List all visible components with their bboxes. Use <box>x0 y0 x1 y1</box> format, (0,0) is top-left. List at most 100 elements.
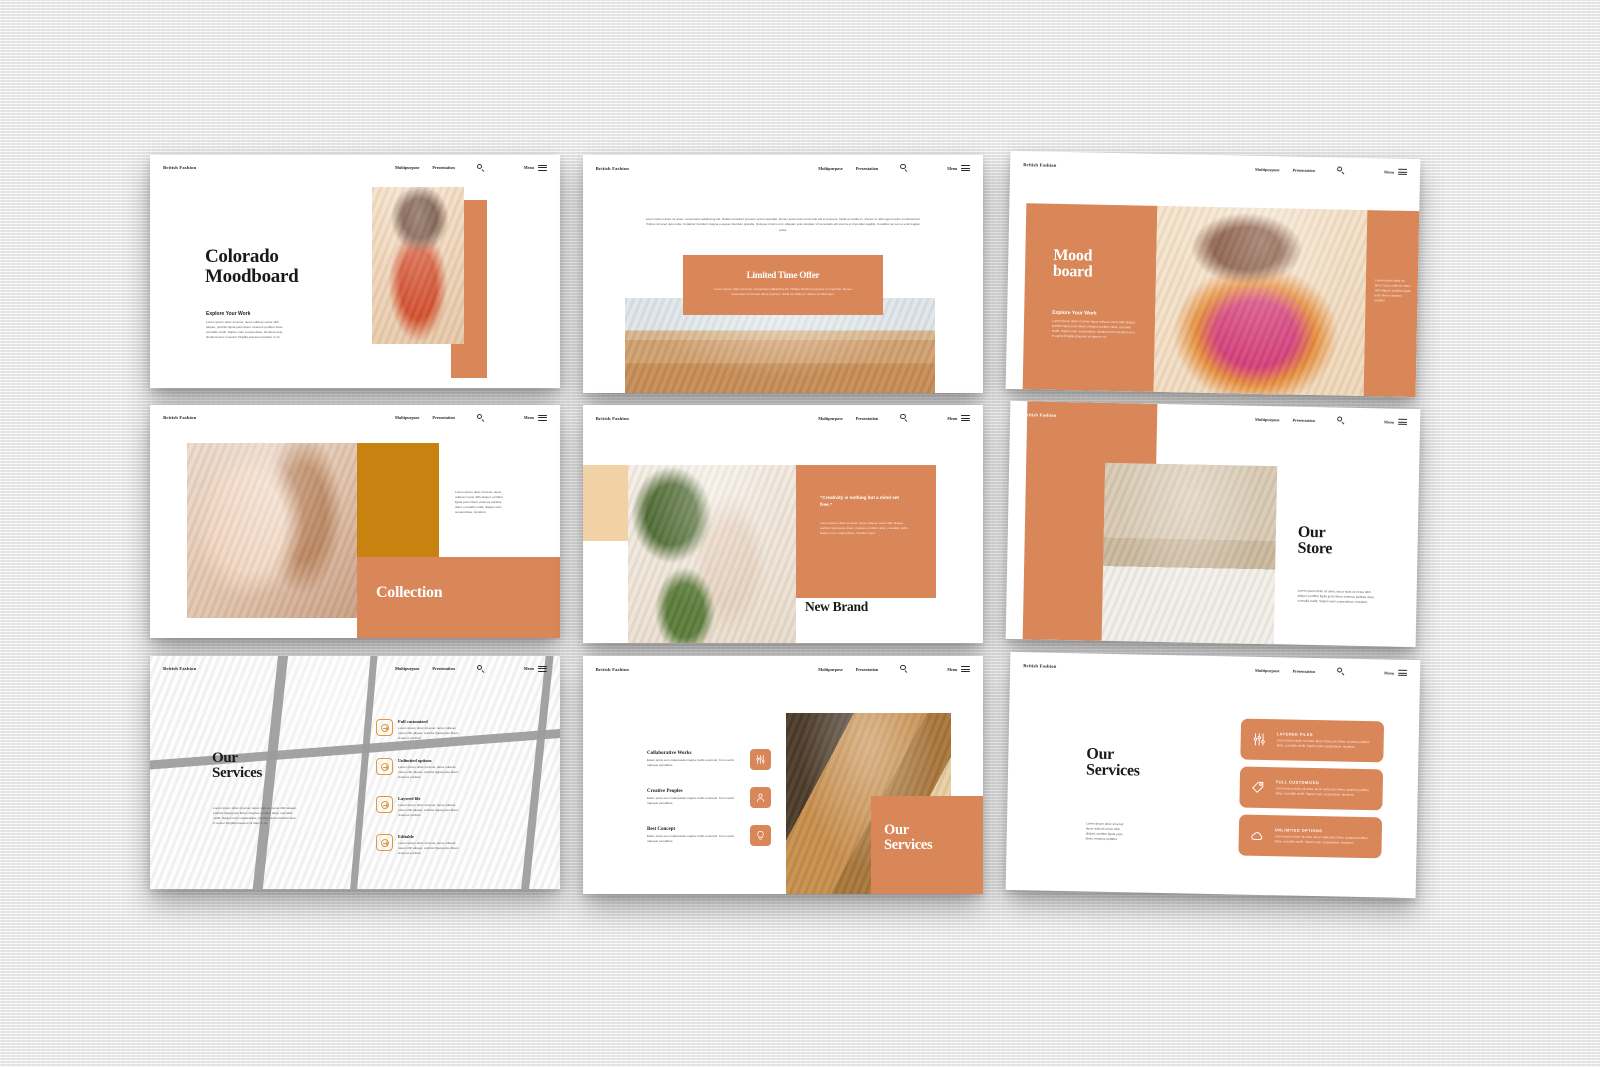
service-item-0[interactable]: Full customized Lorem ipsum dolor sit am… <box>376 719 463 741</box>
search-icon[interactable] <box>1336 667 1345 676</box>
menu-button[interactable]: Menu <box>1384 669 1408 676</box>
nav-multipurpose[interactable]: Multipurpose <box>1255 667 1280 672</box>
menu-button[interactable]: Menu <box>523 665 547 672</box>
search-icon[interactable] <box>900 665 908 673</box>
menu-button[interactable]: Menu <box>947 415 971 422</box>
slide-header: British Fashion Multipurpose Presentatio… <box>1010 652 1420 686</box>
hamburger-icon[interactable] <box>537 665 547 672</box>
nav-presentation[interactable]: Presentation <box>1292 167 1315 172</box>
service-card-0[interactable]: LAYERED FILES Lorem ipsum dolor sit amet… <box>1240 718 1385 763</box>
search-icon[interactable] <box>900 164 908 172</box>
nav-presentation[interactable]: Presentation <box>432 415 455 420</box>
service-text: Creative Peoples Etiam porta sem malesua… <box>647 789 743 806</box>
service-text: Collaborative Works Etiam porta sem male… <box>647 751 743 768</box>
menu-label: Menu <box>523 666 534 672</box>
header-nav: Multipurpose Presentation Menu <box>818 414 971 422</box>
service-body: Lorem ipsum dolor sit amet, lacus nulla … <box>398 764 459 779</box>
title-line-2: Services <box>884 836 933 853</box>
nav-presentation[interactable]: Presentation <box>432 666 455 671</box>
slide-collection[interactable]: British Fashion Multipurpose Presentatio… <box>150 405 560 638</box>
service-card-body: Lorem ipsum dolor sit amet, lacus nulla … <box>1276 738 1370 749</box>
hamburger-icon[interactable] <box>1397 669 1408 676</box>
hamburger-icon[interactable] <box>537 164 547 171</box>
search-icon[interactable] <box>476 664 485 673</box>
portrait-photo <box>187 443 357 618</box>
nav-presentation[interactable]: Presentation <box>856 667 879 672</box>
slide-our-services-cards[interactable]: British Fashion Multipurpose Presentatio… <box>1005 651 1421 899</box>
menu-button[interactable]: Menu <box>947 165 971 172</box>
page-title: Our Services <box>212 750 262 782</box>
service-title: Best Concept <box>647 827 676 833</box>
hamburger-icon[interactable] <box>961 165 971 172</box>
nav-presentation[interactable]: Presentation <box>856 416 879 421</box>
menu-button[interactable]: Menu <box>524 164 547 171</box>
nav-presentation[interactable]: Presentation <box>432 165 455 170</box>
service-body: Lorem ipsum dolor sit amet, lacus nulla … <box>398 802 459 817</box>
slide-header: British Fashion Multipurpose Presentatio… <box>1010 151 1420 185</box>
hamburger-icon[interactable] <box>1397 168 1408 175</box>
service-text: Full customized Lorem ipsum dolor sit am… <box>398 719 463 741</box>
slide-our-store[interactable]: British Fashion Multipurpose Presentatio… <box>1005 400 1421 648</box>
arrow-circle-icon <box>376 758 393 775</box>
service-card-2[interactable]: UNLIMITED OPTIONS Lorem ipsum dolor sit … <box>1238 814 1383 859</box>
search-icon[interactable] <box>476 163 485 172</box>
search-icon[interactable] <box>476 413 485 422</box>
service-title: Unlimited options <box>398 758 432 763</box>
service-item-3[interactable]: Editable Lorem ipsum dolor sit amet, lac… <box>376 834 463 856</box>
search-icon[interactable] <box>1336 166 1345 175</box>
nav-presentation[interactable]: Presentation <box>1292 668 1315 673</box>
intro-body: Lorem ipsum dolor sit amet, lacus nulla … <box>1051 318 1136 339</box>
brand-logo: British Fashion <box>1023 662 1057 669</box>
slide-colorado-moodboard[interactable]: British Fashion Multipurpose Presentatio… <box>150 155 560 388</box>
nav-multipurpose[interactable]: Multipurpose <box>818 667 842 672</box>
sliders-icon <box>750 749 771 770</box>
slide-limited-time-offer[interactable]: British Fashion Multipurpose Presentatio… <box>583 155 983 393</box>
nav-multipurpose[interactable]: Multipurpose <box>818 166 842 171</box>
hamburger-icon[interactable] <box>537 414 547 421</box>
side-note: Lorem ipsum dolor sit amet, lacus nulla … <box>1374 278 1411 303</box>
slide-our-services-icons[interactable]: British Fashion Multipurpose Presentatio… <box>583 656 983 894</box>
service-item-2[interactable]: Best Concept Etiam porta sem malesuada m… <box>647 825 771 846</box>
hamburger-icon[interactable] <box>1397 418 1408 425</box>
menu-button[interactable]: Menu <box>524 414 547 421</box>
service-card-title: LAYERED FILES <box>1276 731 1314 737</box>
nav-multipurpose[interactable]: Multipurpose <box>818 416 842 421</box>
search-icon[interactable] <box>1336 416 1345 425</box>
nav-multipurpose[interactable]: Multipurpose <box>1255 166 1280 171</box>
slide-grid: British Fashion Multipurpose Presentatio… <box>0 0 1600 1067</box>
arrow-circle-icon <box>376 796 393 813</box>
menu-button[interactable]: Menu <box>1384 418 1408 425</box>
slide-header: British Fashion Multipurpose Presentatio… <box>583 405 983 431</box>
service-item-0[interactable]: Collaborative Works Etiam porta sem male… <box>647 749 771 770</box>
hamburger-icon[interactable] <box>961 666 971 673</box>
service-text: Editable Lorem ipsum dolor sit amet, lac… <box>398 834 463 856</box>
service-item-1[interactable]: Unlimited options Lorem ipsum dolor sit … <box>376 758 463 780</box>
service-item-1[interactable]: Creative Peoples Etiam porta sem malesua… <box>647 787 771 808</box>
hamburger-icon[interactable] <box>961 415 971 422</box>
nav-multipurpose[interactable]: Multipurpose <box>395 415 419 420</box>
header-nav: Multipurpose Presentation Menu <box>395 163 547 172</box>
intro-subhead: Explore Your Work <box>1052 309 1097 317</box>
menu-button[interactable]: Menu <box>947 666 971 673</box>
nav-presentation[interactable]: Presentation <box>856 166 879 171</box>
nav-multipurpose[interactable]: Multipurpose <box>1255 416 1280 421</box>
search-icon[interactable] <box>900 414 908 422</box>
header-nav: Multipurpose Presentation Menu <box>1255 415 1408 426</box>
brand-logo: British Fashion <box>163 415 197 421</box>
offer-content: Limited Time Offer Lorem ipsum dolor sit… <box>683 255 883 315</box>
brand-logo: British Fashion <box>163 666 197 672</box>
quote-body: Lorem ipsum dolor sit amet, lacus nulla … <box>820 521 909 536</box>
service-item-2[interactable]: Layered file Lorem ipsum dolor sit amet,… <box>376 796 463 818</box>
nav-presentation[interactable]: Presentation <box>1292 417 1315 422</box>
service-card-1[interactable]: FULL CUSTOMIZED Lorem ipsum dolor sit am… <box>1239 766 1384 811</box>
nav-multipurpose[interactable]: Multipurpose <box>395 666 419 671</box>
service-title: Layered file <box>398 796 421 801</box>
menu-button[interactable]: Menu <box>1384 168 1408 175</box>
arrow-circle-icon <box>376 719 393 736</box>
slide-our-services-list[interactable]: British Fashion Multipurpose Presentatio… <box>150 656 560 889</box>
slide-mood-board[interactable]: British Fashion Multipurpose Presentatio… <box>1005 150 1421 398</box>
header-nav: Multipurpose Presentation Menu <box>818 665 971 673</box>
header-nav: Multipurpose Presentation Menu <box>1255 165 1408 176</box>
slide-new-brand[interactable]: British Fashion Multipurpose Presentatio… <box>583 405 983 643</box>
nav-multipurpose[interactable]: Multipurpose <box>395 165 419 170</box>
